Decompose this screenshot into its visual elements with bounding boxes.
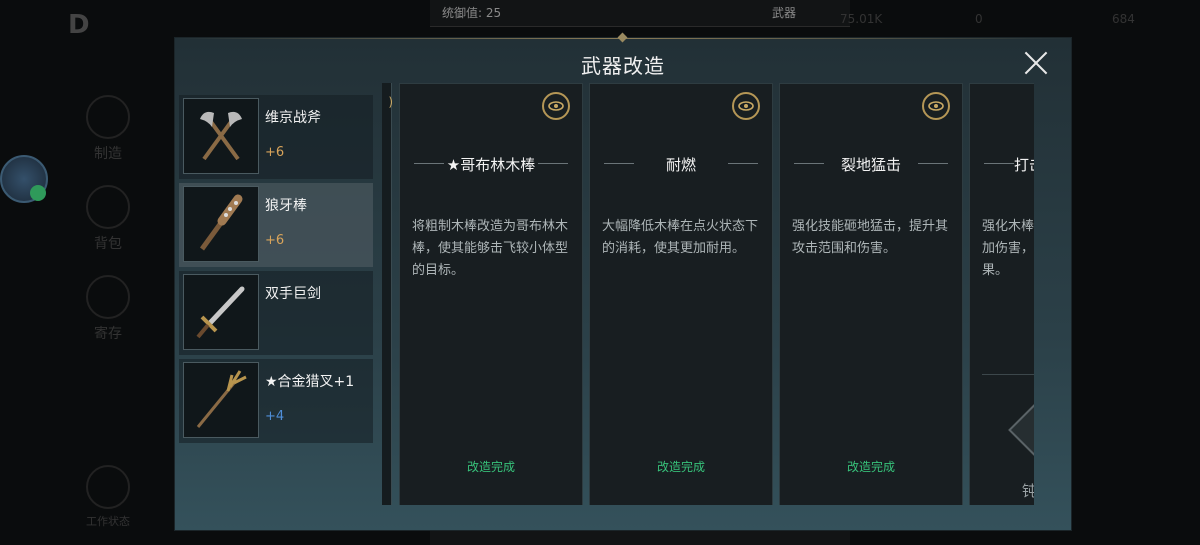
nav-work-status-label: 工作状态 (86, 515, 130, 528)
weapon-item-alloy-trident[interactable]: ★合金猎叉+1 +4 (179, 359, 373, 443)
mod-description: 强化技能砸地猛击，提升其攻击范围和伤害。 (792, 219, 949, 256)
weapon-item-viking-axe[interactable]: 维京战斧 +6 (179, 95, 373, 179)
weapon-name: 双手巨剑 (265, 286, 321, 302)
command-value-label: 统御值: 25 (442, 6, 502, 20)
weapon-level: +4 (265, 409, 285, 424)
previous-card-edge[interactable]: ) (382, 83, 393, 505)
mod-status[interactable]: 改造完成 (590, 458, 772, 475)
resource-coins-value: 75.01K (840, 12, 883, 26)
weapon-level: +6 (265, 233, 285, 248)
mod-status[interactable]: 改造完成 (400, 458, 582, 475)
weapon-item-greatsword[interactable]: 双手巨剑 (179, 271, 373, 355)
mod-card[interactable]: 耐燃 大幅降低木棒在点火状态下的消耗，使其更加耐用。 改造完成 (589, 83, 773, 505)
weapon-name: ★合金猎叉+1 (265, 374, 355, 390)
eye-icon: ) (388, 95, 393, 109)
eye-icon[interactable] (732, 92, 760, 120)
nav-craft-button[interactable]: 制造 (78, 95, 138, 163)
weapon-item-spiked-club[interactable]: 狼牙棒 +6 (179, 183, 373, 267)
weapon-level: +6 (265, 145, 285, 160)
top-info-bar: 统御值: 25 武器 (430, 0, 850, 27)
mod-title: 打击 (970, 154, 1034, 175)
nav-bag-button[interactable]: 背包 (78, 185, 138, 253)
nav-storage-button[interactable]: 寄存 (78, 275, 138, 343)
weapon-list: 维京战斧 +6 狼牙棒 +6 双手巨剑 ★合金猎叉+1 +4 (179, 95, 373, 447)
weapon-name: 维京战斧 (265, 110, 321, 126)
modification-card-strip[interactable]: ) ★哥布林木棒 将粗制木棒改造为哥布林木棒，使其能够击飞较小体型的目标。 改造… (382, 83, 1034, 505)
greatsword-icon (183, 274, 259, 350)
mod-title: ★哥布林木棒 (400, 154, 582, 175)
material-label: 钝 (1022, 482, 1034, 500)
material-slot-icon (1008, 403, 1034, 457)
bottom-bar (430, 528, 850, 545)
weapon-modification-dialog: 武器改造 维京战斧 +6 狼牙棒 +6 双手巨剑 ★合金猎叉+1 +4) ★哥… (175, 32, 1071, 530)
eye-icon[interactable] (542, 92, 570, 120)
nav-bag-label: 背包 (94, 236, 122, 252)
mod-title: 耐燃 (590, 154, 772, 175)
category-label: 武器 (772, 6, 797, 20)
mod-card[interactable]: ★哥布林木棒 将粗制木棒改造为哥布林木棒，使其能够击飞较小体型的目标。 改造完成 (399, 83, 583, 505)
dialog-title: 武器改造 (581, 54, 665, 78)
mod-card-partial[interactable]: 打击 强化木棒 加伤害， 果。 钝 (969, 83, 1034, 505)
nav-craft-label: 制造 (94, 146, 122, 162)
nav-work-status-button[interactable]: 工作状态 (78, 465, 138, 529)
resource-gems-value: 684 (1112, 12, 1135, 26)
mod-title: 裂地猛击 (780, 154, 962, 175)
mod-card[interactable]: 裂地猛击 强化技能砸地猛击，提升其攻击范围和伤害。 改造完成 (779, 83, 963, 505)
mod-description: 将粗制木棒改造为哥布林木棒，使其能够击飞较小体型的目标。 (412, 219, 569, 278)
mod-status[interactable]: 改造完成 (780, 458, 962, 475)
eye-icon[interactable] (922, 92, 950, 120)
trident-icon (183, 362, 259, 438)
nav-storage-label: 寄存 (94, 326, 122, 342)
mod-description: 大幅降低木棒在点火状态下的消耗，使其更加耐用。 (602, 219, 759, 256)
mod-description: 强化木棒 加伤害， 果。 (982, 219, 1034, 278)
resource-secondary-value: 0 (975, 12, 983, 26)
weapon-name: 狼牙棒 (265, 198, 307, 214)
close-icon[interactable] (1023, 50, 1049, 76)
card-divider (982, 374, 1034, 375)
spiked-club-icon (183, 186, 259, 262)
online-status-badge (30, 185, 46, 201)
game-logo-icon: D (68, 10, 90, 40)
battle-axe-icon (183, 98, 259, 174)
